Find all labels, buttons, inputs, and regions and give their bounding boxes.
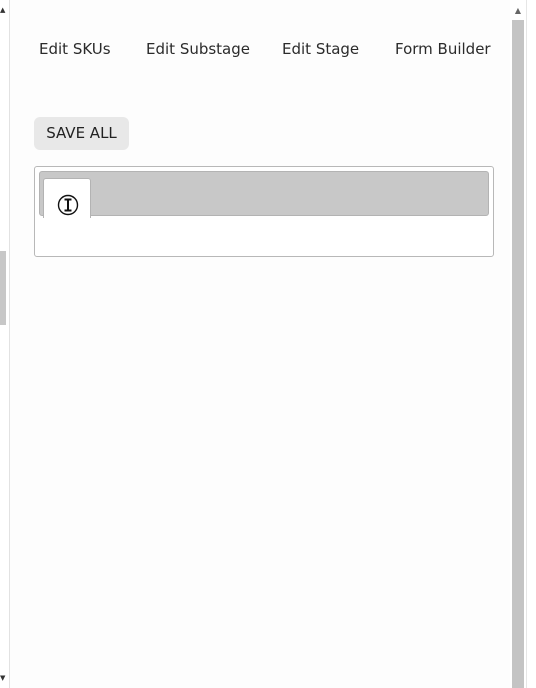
editor-panel: Edit SKUs Edit Substage Edit Stage Form … — [10, 0, 510, 688]
tab-header-bar — [39, 171, 489, 218]
tab-text-cursor[interactable] — [43, 178, 91, 218]
outer-scrollbar[interactable]: ▲ ▼ — [0, 0, 10, 688]
nav-edit-stage[interactable]: Edit Stage — [282, 38, 359, 60]
inner-scroll-up-arrow-icon[interactable]: ▲ — [512, 6, 524, 16]
nav-form-builder[interactable]: Form Builder — [395, 38, 491, 60]
inner-scrollbar[interactable]: ▲ — [510, 0, 536, 688]
top-nav: Edit SKUs Edit Substage Edit Stage Form … — [10, 38, 510, 62]
nav-edit-skus[interactable]: Edit SKUs — [39, 38, 111, 60]
text-cursor-icon — [57, 194, 79, 216]
scroll-up-arrow-icon[interactable]: ▲ — [0, 6, 9, 15]
save-all-button[interactable]: SAVE ALL — [34, 117, 129, 150]
scroll-down-arrow-icon[interactable]: ▼ — [0, 674, 9, 683]
nav-edit-substage[interactable]: Edit Substage — [146, 38, 250, 60]
inner-scrollbar-thumb[interactable] — [512, 20, 524, 688]
outer-scrollbar-thumb[interactable] — [0, 251, 6, 325]
tabs-widget — [34, 166, 494, 257]
window-edge — [526, 0, 536, 688]
app-window: ▲ ▼ Edit SKUs Edit Substage Edit Stage F… — [0, 0, 536, 688]
